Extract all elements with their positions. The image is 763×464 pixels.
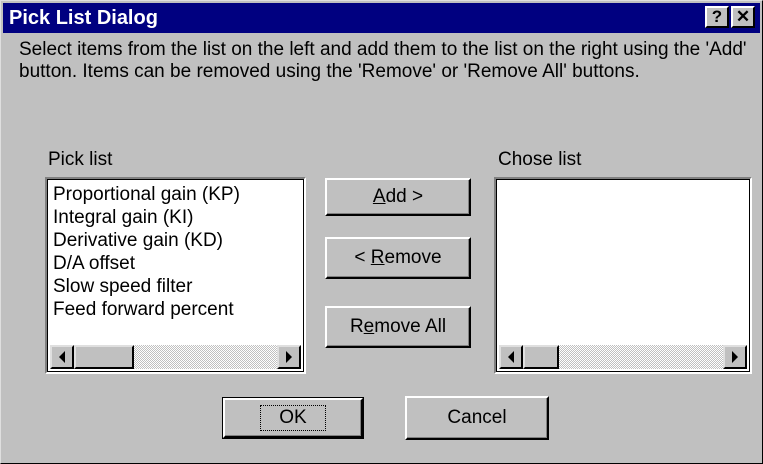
remove-all-button[interactable]: Re move All xyxy=(325,306,471,348)
scroll-right-button[interactable] xyxy=(277,345,301,369)
remove-all-button-prefix: R xyxy=(349,316,364,337)
add-button-mnemonic: A xyxy=(372,186,386,207)
pick-list-label: Pick list xyxy=(48,149,113,170)
list-item[interactable]: Slow speed filter xyxy=(53,275,240,298)
scroll-left-button[interactable] xyxy=(50,345,74,369)
chose-list-box[interactable] xyxy=(494,177,752,374)
ok-button-label: OK xyxy=(260,405,326,431)
remove-all-button-label: move All xyxy=(374,316,447,337)
remove-all-button-mnemonic: e xyxy=(363,316,375,337)
arrow-right-icon xyxy=(286,351,292,363)
remove-button-mnemonic: R xyxy=(370,247,385,268)
list-item[interactable]: Derivative gain (KD) xyxy=(53,229,240,252)
window-title: Pick List Dialog xyxy=(9,7,158,29)
cancel-button[interactable]: Cancel xyxy=(405,396,549,440)
chose-list-hscrollbar[interactable] xyxy=(499,345,747,369)
list-item[interactable]: Integral gain (KI) xyxy=(53,206,240,229)
instructions-text: Select items from the list on the left a… xyxy=(19,39,747,82)
add-button[interactable]: Add > xyxy=(325,178,471,216)
remove-button-prefix: < xyxy=(354,247,371,268)
help-button[interactable]: ? xyxy=(705,6,729,28)
remove-button-label: emove xyxy=(384,247,442,268)
arrow-right-icon xyxy=(732,351,738,363)
chose-list-label: Chose list xyxy=(498,149,582,170)
scroll-right-button[interactable] xyxy=(723,345,747,369)
add-button-label: dd > xyxy=(385,186,424,207)
pick-list-box[interactable]: Proportional gain (KP) Integral gain (KI… xyxy=(45,177,306,374)
remove-button[interactable]: < Remove xyxy=(325,237,471,279)
arrow-left-icon xyxy=(508,351,514,363)
arrow-left-icon xyxy=(59,351,65,363)
scroll-left-button[interactable] xyxy=(499,345,523,369)
list-item[interactable]: D/A offset xyxy=(53,252,240,275)
close-button[interactable]: ✕ xyxy=(731,6,755,28)
title-bar[interactable]: Pick List Dialog ? ✕ xyxy=(3,3,760,33)
cancel-button-label: Cancel xyxy=(447,407,507,428)
pick-list-items: Proportional gain (KP) Integral gain (KI… xyxy=(53,183,240,321)
ok-button[interactable]: OK xyxy=(222,397,364,439)
pick-list-dialog: Pick List Dialog ? ✕ Select items from t… xyxy=(0,0,763,464)
list-item[interactable]: Feed forward percent xyxy=(53,298,240,321)
scroll-thumb[interactable] xyxy=(523,345,559,369)
list-item[interactable]: Proportional gain (KP) xyxy=(53,183,240,206)
pick-list-hscrollbar[interactable] xyxy=(50,345,301,369)
scroll-thumb[interactable] xyxy=(74,345,134,369)
